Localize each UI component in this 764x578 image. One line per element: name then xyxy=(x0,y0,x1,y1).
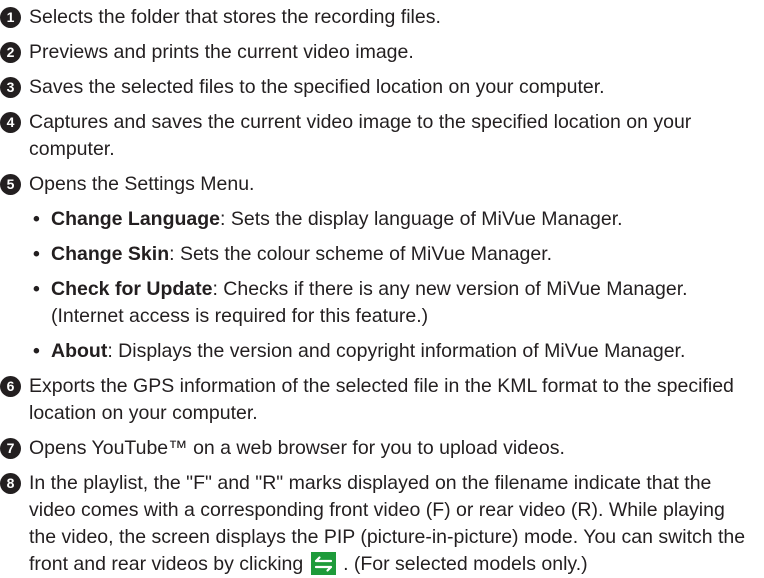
list-item-1: 1 Selects the folder that stores the rec… xyxy=(0,4,764,31)
number-badge-8: 8 xyxy=(0,473,21,494)
list-item-7: 7 Opens YouTube™ on a web browser for yo… xyxy=(0,435,764,462)
item-text-4: Captures and saves the current video ima… xyxy=(29,111,692,160)
term-change-skin: Change Skin xyxy=(51,243,170,265)
number-badge-1: 1 xyxy=(0,7,21,28)
bullet: • xyxy=(33,243,40,265)
number-badge-7: 7 xyxy=(0,438,21,459)
item-text-8-after: . (For selected models only.) xyxy=(343,553,588,575)
document: 1 Selects the folder that stores the rec… xyxy=(0,0,764,578)
settings-menu-list: • Change Language: Sets the display lang… xyxy=(29,206,752,365)
item-body-8: In the playlist, the "F" and "R" marks d… xyxy=(29,470,752,578)
number-badge-6: 6 xyxy=(0,376,21,397)
list-item-6: 6 Exports the GPS information of the sel… xyxy=(0,373,764,427)
settings-item-check-for-update: • Check for Update: Checks if there is a… xyxy=(33,276,752,330)
list-item-8: 8 In the playlist, the "F" and "R" marks… xyxy=(0,470,764,578)
bullet: • xyxy=(33,340,40,362)
term-change-language: Change Language xyxy=(51,208,221,230)
number-badge-2: 2 xyxy=(0,42,21,63)
term-check-for-update: Check for Update xyxy=(51,278,213,300)
number-badge-5: 5 xyxy=(0,174,21,195)
item-text-1: Selects the folder that stores the recor… xyxy=(29,6,441,28)
item-text-3: Saves the selected files to the specifie… xyxy=(29,76,605,98)
bullet: • xyxy=(33,278,40,300)
item-text-7: Opens YouTube™ on a web browser for you … xyxy=(29,437,565,459)
item-text-5: Opens the Settings Menu. xyxy=(29,173,255,195)
number-badge-4: 4 xyxy=(0,112,21,133)
item-text-2: Previews and prints the current video im… xyxy=(29,41,414,63)
desc-change-skin: : Sets the colour scheme of MiVue Manage… xyxy=(169,243,553,265)
settings-item-change-language: • Change Language: Sets the display lang… xyxy=(33,206,752,233)
swap-arrows-icon xyxy=(310,552,336,575)
item-text-6: Exports the GPS information of the selec… xyxy=(29,375,734,424)
settings-item-about: • About: Displays the version and copyri… xyxy=(33,338,752,365)
number-badge-3: 3 xyxy=(0,77,21,98)
desc-change-language: : Sets the display language of MiVue Man… xyxy=(220,208,623,230)
list-item-3: 3 Saves the selected files to the specif… xyxy=(0,74,764,101)
term-about: About xyxy=(51,340,108,362)
settings-item-change-skin: • Change Skin: Sets the colour scheme of… xyxy=(33,241,752,268)
list-item-2: 2 Previews and prints the current video … xyxy=(0,39,764,66)
list-item-4: 4 Captures and saves the current video i… xyxy=(0,109,764,163)
desc-about: : Displays the version and copyright inf… xyxy=(107,340,686,362)
item-body-5: Opens the Settings Menu. • Change Langua… xyxy=(29,171,752,365)
list-item-5: 5 Opens the Settings Menu. • Change Lang… xyxy=(0,171,764,365)
bullet: • xyxy=(33,208,40,230)
